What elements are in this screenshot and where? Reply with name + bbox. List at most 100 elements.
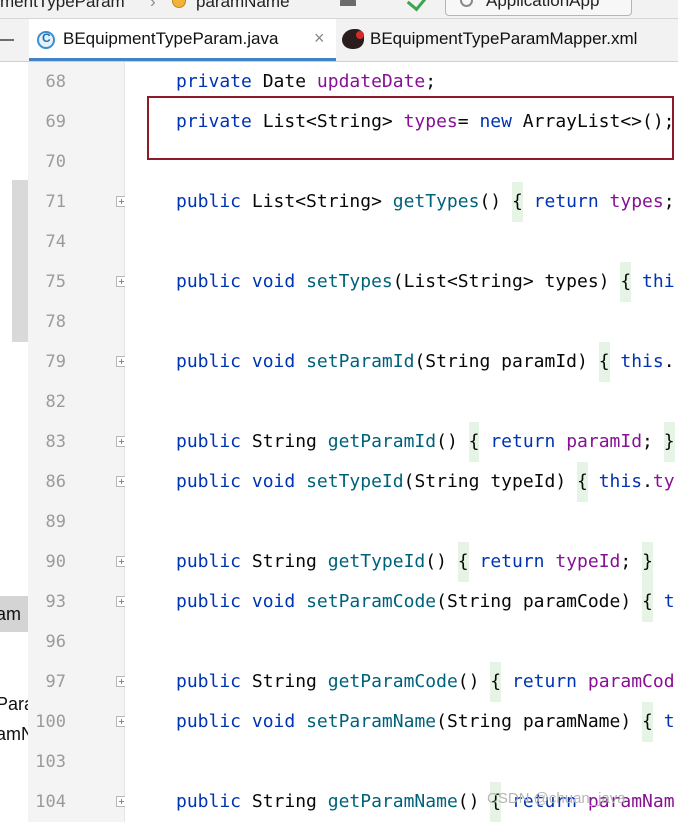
field-token: paramId — [566, 431, 643, 452]
line-number: 89 — [45, 512, 66, 532]
tab-bequipmenttypeparam-java[interactable]: BEquipmentTypeParam.java × — [29, 19, 336, 61]
line-number: 71 — [45, 192, 66, 212]
tree-item-fragment[interactable]: amN — [0, 724, 28, 745]
tab-bequipmenttypeparammapper-xml[interactable]: BEquipmentTypeParamMapper.xml — [336, 19, 678, 61]
code-token: (List<String> types) — [392, 271, 621, 292]
keyword-token: void — [251, 271, 296, 292]
field-token: ty — [652, 471, 675, 492]
user-icon[interactable] — [340, 0, 356, 6]
collapse-icon[interactable] — [0, 39, 14, 41]
code-token: () — [457, 791, 491, 812]
gutter-row: 70 — [28, 142, 124, 182]
field-icon — [172, 0, 186, 8]
keyword-token: public — [176, 191, 242, 212]
scrollbar-thumb[interactable] — [12, 180, 28, 342]
code-line[interactable]: public void setTypes(List<String> types)… — [176, 262, 675, 302]
code-line[interactable]: public void setParamCode(String paramCod… — [176, 582, 675, 622]
keyword-token: public — [176, 431, 242, 452]
method-token: getTypes — [392, 191, 480, 212]
line-number: 90 — [45, 552, 66, 572]
code-line[interactable]: public void setTypeId(String typeId) { t… — [176, 462, 675, 502]
brace-token: } — [663, 422, 675, 462]
gutter-row: 69 — [28, 102, 124, 142]
code-line[interactable]: public String getTypeId() { return typeI… — [176, 542, 653, 582]
code-token: List<String> — [241, 191, 393, 212]
field-token: typeId — [555, 551, 621, 572]
gutter-row: 75 — [28, 262, 127, 302]
code-token: ; — [425, 71, 437, 92]
field-token: paramCod — [587, 671, 675, 692]
breadcrumb-class[interactable]: mentTypeParam — [0, 0, 125, 12]
keyword-token: return — [511, 671, 578, 692]
method-token: getParamId — [327, 431, 437, 452]
code-token: = — [457, 111, 480, 132]
gutter-row: 74 — [28, 222, 124, 262]
code-line[interactable]: private Date updateDate; — [176, 62, 436, 102]
keyword-token: private — [176, 111, 252, 132]
code-line[interactable]: public void setParamId(String paramId) {… — [176, 342, 675, 382]
code-token: List<String> — [251, 111, 404, 132]
code-token: ; — [642, 431, 664, 452]
code-line[interactable]: private List<String> types= new ArrayLis… — [176, 102, 675, 142]
keyword-token: public — [176, 671, 242, 692]
code-token: String — [241, 551, 328, 572]
code-line[interactable]: public List<String> getTypes() { return … — [176, 182, 675, 222]
gutter-row: 86 — [28, 462, 127, 502]
line-number: 97 — [45, 672, 66, 692]
keyword-token: void — [251, 471, 296, 492]
code-token: . — [663, 351, 675, 372]
gutter-row: 96 — [28, 622, 124, 662]
close-icon[interactable]: × — [314, 28, 325, 49]
code-editor[interactable]: private Date updateDate; private List<Str… — [125, 62, 678, 822]
breadcrumb-field[interactable]: paramName — [196, 0, 290, 12]
field-token: types — [609, 191, 664, 212]
code-line[interactable]: public String getParamId() { return para… — [176, 422, 675, 462]
field-token: updateDate — [316, 71, 426, 92]
code-line[interactable]: public String getParamCode() { return pa… — [176, 662, 675, 702]
gutter-row: 89 — [28, 502, 124, 542]
method-token: setParamName — [306, 711, 437, 732]
line-number: 75 — [45, 272, 66, 292]
keyword-token: public — [176, 791, 242, 812]
brace-token: { — [577, 462, 588, 502]
run-configuration-selector[interactable]: ApplicationApp — [445, 0, 632, 16]
code-line[interactable]: public void setParamName(String paramNam… — [176, 702, 675, 742]
build-icon[interactable] — [406, 0, 427, 12]
method-token: setTypes — [306, 271, 393, 292]
project-panel: am Para amN — [0, 62, 29, 822]
tree-item-fragment[interactable]: Para — [0, 694, 28, 715]
line-number: 96 — [45, 632, 66, 652]
line-number: 74 — [45, 232, 66, 252]
tree-item-fragment[interactable]: am — [0, 604, 21, 625]
gutter-row: 82 — [28, 382, 124, 422]
line-number: 100 — [35, 712, 66, 732]
line-number: 83 — [45, 432, 66, 452]
tab-label: BEquipmentTypeParam.java — [63, 29, 279, 48]
line-number: 68 — [45, 72, 66, 92]
code-token: . — [642, 471, 653, 492]
gutter-row: 83 — [28, 422, 127, 462]
code-token: String — [241, 791, 328, 812]
code-token: String — [241, 671, 328, 692]
keyword-token: public — [176, 471, 242, 492]
mybatis-bird-icon — [342, 29, 364, 49]
brace-token: { — [642, 582, 653, 622]
keyword-token: public — [176, 351, 242, 372]
